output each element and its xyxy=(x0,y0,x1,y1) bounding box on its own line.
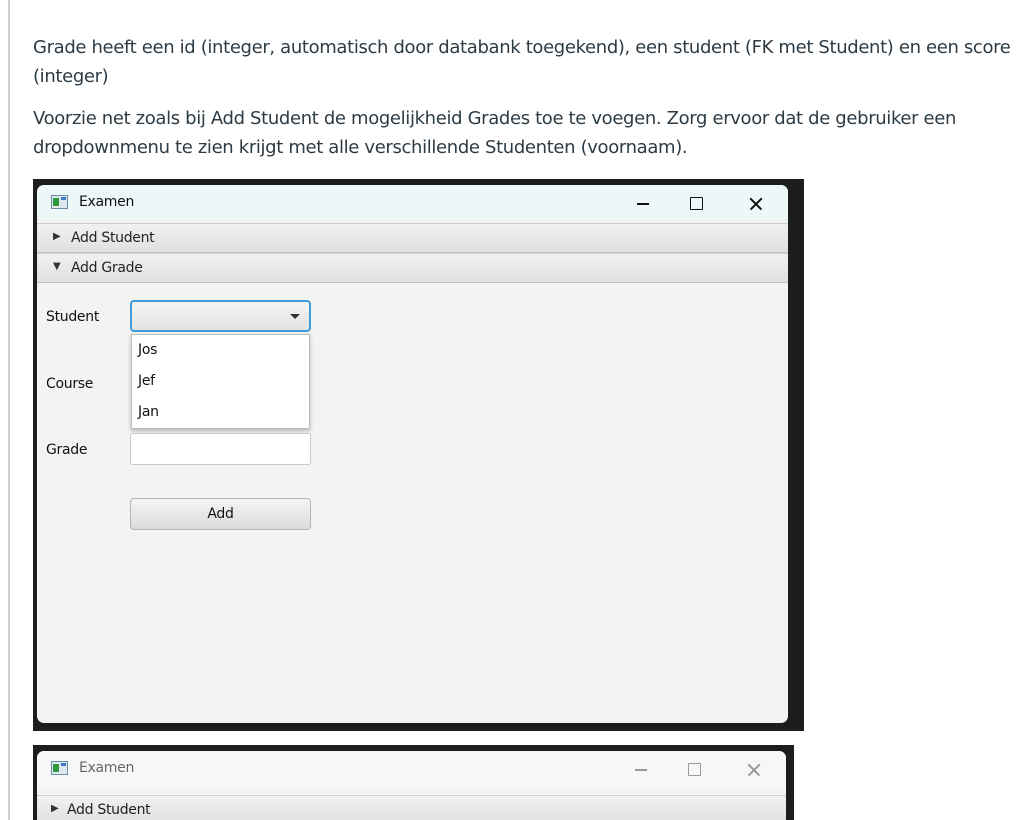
add-button[interactable]: Add xyxy=(130,498,311,530)
maximize-icon[interactable] xyxy=(674,755,714,783)
maximize-icon[interactable] xyxy=(676,189,716,217)
title-bar-2[interactable]: Examen xyxy=(37,751,786,787)
collapsed-arrow-icon: ▶ xyxy=(51,803,59,814)
instruction-paragraph-2: Voorzie net zoals bij Add Student de mog… xyxy=(33,108,957,158)
expanded-arrow-icon: ▼ xyxy=(53,261,61,272)
app-window-icon xyxy=(51,761,68,775)
app-window-2: Examen ▶ Add Student xyxy=(37,751,786,820)
grade-label: Grade xyxy=(46,442,88,458)
title-bar[interactable]: Examen xyxy=(37,185,788,221)
titled-pane-add-student[interactable]: ▶ Add Student xyxy=(37,223,788,253)
window-title-2: Examen xyxy=(79,760,135,776)
close-icon[interactable] xyxy=(736,189,776,217)
content-left-border xyxy=(8,0,10,820)
window-title: Examen xyxy=(79,194,135,210)
app-window: Examen ▶ Add Student ▼ Add Grade Student… xyxy=(37,185,788,723)
close-icon[interactable] xyxy=(734,755,774,783)
screenshot-examen-window-2: Examen ▶ Add Student xyxy=(33,745,794,820)
minimize-icon[interactable] xyxy=(624,189,664,217)
course-label: Course xyxy=(46,376,94,392)
pane-label: Add Student xyxy=(67,802,151,818)
student-dropdown-list: Jos Jef Jan xyxy=(131,334,310,429)
dropdown-option-jef[interactable]: Jef xyxy=(138,373,155,389)
minimize-icon[interactable] xyxy=(622,755,662,783)
titled-pane-add-student-2[interactable]: ▶ Add Student xyxy=(37,795,786,820)
pane-label: Add Grade xyxy=(71,260,143,276)
dropdown-option-jan[interactable]: Jan xyxy=(138,404,159,420)
chevron-down-icon xyxy=(290,314,300,319)
titled-pane-add-grade[interactable]: ▼ Add Grade xyxy=(37,253,788,283)
student-label: Student xyxy=(46,309,100,325)
grade-input[interactable] xyxy=(130,433,311,465)
collapsed-arrow-icon: ▶ xyxy=(53,231,61,242)
pane-label: Add Student xyxy=(71,230,155,246)
student-combobox[interactable] xyxy=(130,300,311,332)
app-window-icon xyxy=(51,195,68,209)
screenshot-examen-window: Examen ▶ Add Student ▼ Add Grade Student… xyxy=(33,179,804,731)
instruction-paragraph-1: Grade heeft een id (integer, automatisch… xyxy=(33,37,1011,87)
dropdown-option-jos[interactable]: Jos xyxy=(138,342,157,358)
